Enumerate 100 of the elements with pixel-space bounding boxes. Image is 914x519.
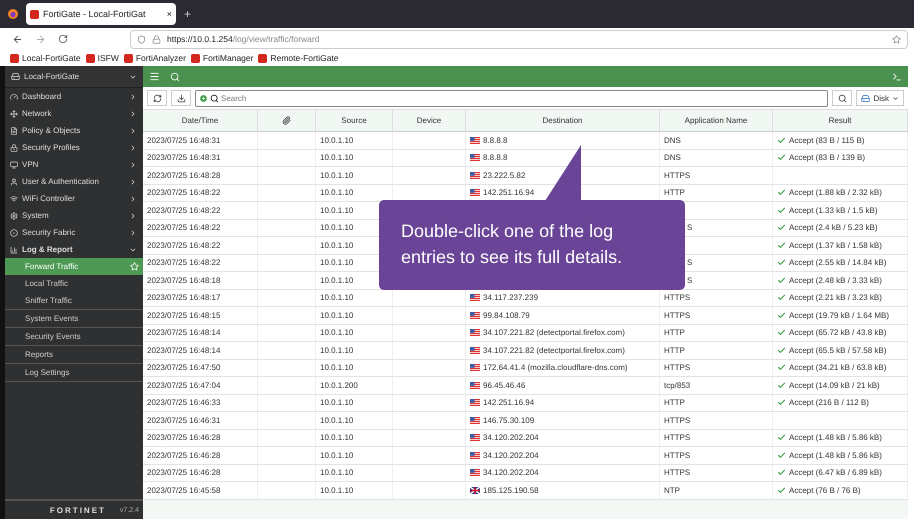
sidebar-item[interactable]: User & Authentication	[5, 173, 143, 190]
search-input[interactable]: Search	[221, 94, 824, 102]
table-cell: Accept (1.48 kB / 5.86 kB)	[773, 430, 908, 447]
column-header[interactable]: Source	[316, 110, 393, 132]
table-cell: Accept (1.33 kB / 1.5 kB)	[773, 202, 908, 220]
bookmark-link[interactable]: Local-FortiGate	[10, 53, 81, 63]
table-cell: DNS	[660, 132, 773, 150]
table-cell: 10.0.1.10	[316, 324, 393, 342]
table-cell: 10.0.1.10	[316, 167, 393, 184]
table-cell: 34.120.202.204	[466, 447, 660, 464]
column-header[interactable]: Application Name	[660, 110, 773, 132]
table-cell: Accept (1.48 kB / 5.86 kB)	[773, 447, 908, 464]
close-icon[interactable]: ×	[166, 9, 172, 19]
column-header[interactable]: Result	[773, 110, 908, 132]
table-cell: 10.0.1.10	[316, 150, 393, 167]
brand-logo: FORTINET	[50, 506, 106, 514]
table-cell: HTTPS	[660, 447, 773, 464]
table-cell: 10.0.1.10	[316, 394, 393, 412]
table-cell: 142.251.16.94	[466, 394, 660, 412]
address-bar[interactable]: https://10.0.1.254/log/view/traffic/forward	[130, 30, 908, 48]
table-cell: 2023/07/25 16:46:31	[143, 412, 258, 430]
table-cell: Accept (2.4 kB / 5.23 kB)	[773, 220, 908, 237]
table-cell: 10.0.1.10	[316, 132, 393, 150]
sidebar-item[interactable]: Network	[5, 105, 143, 122]
table-cell: NTP	[660, 482, 773, 500]
table-cell: 10.0.1.10	[316, 464, 393, 482]
column-header[interactable]: Destination	[466, 110, 660, 132]
table-cell: 10.0.1.10	[316, 412, 393, 430]
table-cell: 99.84.108.79	[466, 307, 660, 324]
table-cell: 34.120.202.204	[466, 430, 660, 447]
column-header[interactable]: Date/Time	[143, 110, 258, 132]
table-cell: HTTPS	[660, 360, 773, 377]
sidebar-item[interactable]: VPN	[5, 156, 143, 173]
table-cell: 2023/07/25 16:48:31	[143, 150, 258, 167]
table-cell: Accept (65.5 kB / 57.58 kB)	[773, 342, 908, 360]
sidebar-item[interactable]: Log & Report	[5, 241, 143, 258]
table-cell: 2023/07/25 16:46:28	[143, 447, 258, 464]
tab-title: FortiGate - Local-FortiGat	[43, 9, 147, 19]
table-cell: HTTP	[660, 394, 773, 412]
table-cell: 2023/07/25 16:48:31	[143, 132, 258, 150]
bookmark-link[interactable]: FortiManager	[190, 53, 254, 63]
table-cell: Accept (83 B / 115 B)	[773, 132, 908, 150]
table-cell: 2023/07/25 16:48:18	[143, 272, 258, 290]
disk-dropdown[interactable]: Disk	[856, 90, 904, 106]
table-cell: 2023/07/25 16:48:22	[143, 184, 258, 202]
table-cell: 2023/07/25 16:46:33	[143, 394, 258, 412]
table-cell: Accept (65.72 kB / 43.8 kB)	[773, 324, 908, 342]
search-bar[interactable]: Search	[195, 90, 828, 106]
table-cell: Accept (76 B / 76 B)	[773, 482, 908, 500]
table-cell: 10.0.1.10	[316, 430, 393, 447]
table-cell: 2023/07/25 16:47:04	[143, 377, 258, 394]
table-cell: 172.64.41.4 (mozilla.cloudflare-dns.com)	[466, 360, 660, 377]
table-cell: HTTPS	[660, 307, 773, 324]
table-cell: Accept (2.55 kB / 14.84 kB)	[773, 254, 908, 272]
table-cell: HTTPS	[660, 412, 773, 430]
column-header[interactable]: Device	[393, 110, 466, 132]
table-cell: HTTPS	[660, 464, 773, 482]
table-cell: 2023/07/25 16:46:28	[143, 430, 258, 447]
url-text: https://10.0.1.254/log/view/traffic/forward	[167, 34, 320, 44]
table-cell: HTTPS	[660, 167, 773, 184]
tooltip-callout: Double-click one of the log entries to see its full details.	[379, 200, 685, 290]
table-cell: 10.0.1.10	[316, 307, 393, 324]
sidebar-item[interactable]: Dashboard	[5, 88, 143, 105]
table-cell: HTTP	[660, 324, 773, 342]
table-cell: Accept (83 B / 139 B)	[773, 150, 908, 167]
table-cell: Accept (34.21 kB / 63.8 kB)	[773, 360, 908, 377]
sidebar-item[interactable]: Policy & Objects	[5, 122, 143, 139]
table-cell: 2023/07/25 16:48:14	[143, 324, 258, 342]
sidebar-item[interactable]: Security Fabric	[5, 224, 143, 241]
table-cell: Accept (19.79 kB / 1.64 MB)	[773, 307, 908, 324]
table-cell: 2023/07/25 16:45:58	[143, 482, 258, 500]
table-cell: tcp/853	[660, 377, 773, 394]
table-cell: 2023/07/25 16:47:50	[143, 360, 258, 377]
table-cell: 10.0.1.10	[316, 447, 393, 464]
sidebar-item[interactable]: Security Profiles	[5, 139, 143, 156]
table-cell: 2023/07/25 16:48:17	[143, 290, 258, 307]
table-cell: 8.8.8.8	[466, 132, 660, 150]
sidebar-subitem[interactable]: Local Traffic	[5, 275, 143, 292]
table-cell: 10.0.1.10	[316, 482, 393, 500]
table-cell: 10.0.1.200	[316, 377, 393, 394]
table-cell: Accept (2.21 kB / 3.23 kB)	[773, 290, 908, 307]
new-tab-button[interactable]: +	[184, 7, 192, 21]
table-cell: DNS	[660, 150, 773, 167]
sidebar-item[interactable]: WiFi Controller	[5, 190, 143, 207]
table-cell: 34.107.221.82 (detectportal.firefox.com)	[466, 342, 660, 360]
table-cell: 34.120.202.204	[466, 464, 660, 482]
bookmark-link[interactable]: ISFW	[86, 53, 119, 63]
table-cell: 2023/07/25 16:48:22	[143, 220, 258, 237]
table-cell: 10.0.1.10	[316, 342, 393, 360]
table-cell: 185.125.190.58	[466, 482, 660, 500]
bookmark-link[interactable]: Remote-FortiGate	[258, 53, 339, 63]
table-cell: 10.0.1.10	[316, 360, 393, 377]
table-cell: Accept (1.88 kB / 2.32 kB)	[773, 184, 908, 202]
bookmark-link[interactable]: FortiAnalyzer	[124, 53, 186, 63]
table-cell: Accept (6.47 kB / 6.89 kB)	[773, 464, 908, 482]
table-cell: 2023/07/25 16:48:15	[143, 307, 258, 324]
browser-tab[interactable]: FortiGate - Local-FortiGat ×	[26, 3, 176, 25]
sidebar-item[interactable]: System	[5, 207, 143, 224]
device-selector[interactable]: Local-FortiGate	[5, 66, 143, 88]
table-cell: HTTPS	[660, 430, 773, 447]
